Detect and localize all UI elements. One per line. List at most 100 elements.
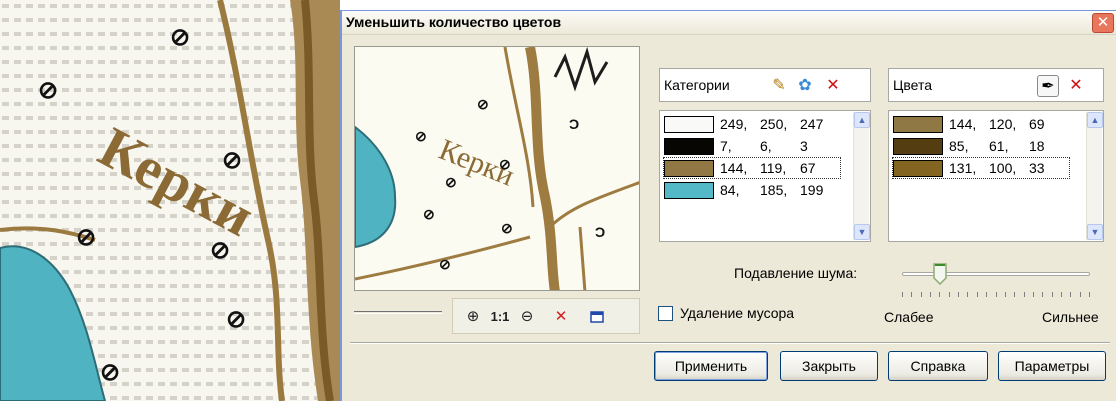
svg-text:Ɔ: Ɔ (595, 224, 605, 240)
svg-text:⊘: ⊘ (210, 237, 230, 264)
close-dialog-button[interactable]: ✕ (1092, 13, 1114, 33)
slider-tick (1079, 292, 1081, 297)
colors-label: Цвета (893, 77, 932, 93)
delete-icon[interactable]: ✕ (1065, 75, 1087, 97)
window-icon-graphic (590, 311, 604, 323)
green-value: 100, (989, 160, 1017, 176)
zoom-in-icon[interactable]: ⊕ (463, 307, 483, 327)
preview-panel[interactable]: Керки ⊘ ⊘ ⊘ ⊘ ⊘ ⊘ ⊘ Ɔ Ɔ (354, 46, 640, 291)
red-value: 7, (720, 138, 732, 154)
list-item[interactable]: 249, 250, 247 (664, 114, 840, 134)
color-swatch (893, 115, 943, 133)
blue-value: 247 (800, 116, 824, 132)
blue-value: 18 (1029, 138, 1045, 154)
colors-list[interactable]: 144, 120, 69 85, 61, 18 131, 100, 33 ▲ ▼ (888, 110, 1104, 242)
svg-text:⊘: ⊘ (445, 174, 457, 190)
list-item[interactable]: 131, 100, 33 (892, 157, 1070, 179)
slider-tick (1032, 292, 1034, 297)
noise-suppression-label: Подавление шума: (734, 265, 858, 281)
svg-text:⊘: ⊘ (499, 156, 511, 172)
slider-tick (995, 292, 997, 297)
palette-icon[interactable]: ✿ (794, 75, 816, 97)
green-value: 250, (760, 116, 788, 132)
scroll-down-icon[interactable]: ▼ (854, 224, 870, 240)
green-value: 61, (989, 138, 1009, 154)
slider-tick (1014, 292, 1016, 297)
slider-tick (1070, 292, 1072, 297)
svg-text:⊘: ⊘ (76, 224, 96, 251)
red-value: 85, (949, 138, 969, 154)
list-item[interactable]: 144, 120, 69 (893, 114, 1069, 134)
svg-text:⊘: ⊘ (38, 77, 58, 104)
svg-text:Ɔ: Ɔ (569, 116, 579, 132)
help-button[interactable]: Справка (888, 351, 988, 381)
colors-scrollbar[interactable]: ▲ ▼ (1086, 112, 1103, 240)
blue-value: 69 (1029, 116, 1045, 132)
edit-pencil-icon[interactable]: ✎ (768, 75, 790, 97)
zoom-slider-line[interactable] (354, 311, 442, 314)
weaker-label: Слабее (884, 309, 934, 325)
categories-header: Категории ✎ ✿ ✕ (659, 68, 871, 102)
slider-tick (1023, 292, 1025, 297)
green-value: 6, (760, 138, 772, 154)
list-item[interactable]: 144, 119, 67 (663, 157, 841, 179)
slider-tick (1042, 292, 1044, 297)
color-swatch (893, 159, 943, 177)
dialog-title-bar[interactable]: Уменьшить количество цветов ✕ (342, 11, 1116, 35)
close-icon[interactable]: ✕ (551, 307, 571, 327)
red-value: 249, (720, 116, 748, 132)
noise-slider-track[interactable] (902, 272, 1090, 276)
slider-tick (920, 292, 922, 297)
close-button[interactable]: Закрыть (780, 351, 878, 381)
svg-text:⊘: ⊘ (415, 128, 427, 144)
svg-text:⊘: ⊘ (170, 24, 190, 51)
svg-text:⊘: ⊘ (439, 256, 451, 272)
scroll-up-icon[interactable]: ▲ (1087, 112, 1103, 128)
color-swatch (664, 181, 714, 199)
scroll-down-icon[interactable]: ▼ (1087, 224, 1103, 240)
svg-text:⊘: ⊘ (100, 359, 120, 386)
list-item[interactable]: 85, 61, 18 (893, 136, 1069, 156)
noise-slider-thumb[interactable] (932, 263, 947, 286)
green-value: 185, (760, 182, 788, 198)
reduce-colors-dialog: Уменьшить количество цветов ✕ Керки ⊘ ⊘ ⊘ … (340, 10, 1116, 401)
red-value: 84, (720, 182, 740, 198)
zoom-toolbar: ⊕ 1:1 ⊖ ✕ (452, 298, 640, 334)
color-swatch (664, 159, 714, 177)
window-icon[interactable] (587, 307, 607, 327)
blue-value: 67 (800, 160, 816, 176)
colors-header: Цвета ✒ ✕ (888, 68, 1104, 102)
apply-button[interactable]: Применить (654, 351, 768, 381)
svg-text:⊘: ⊘ (477, 96, 489, 112)
slider-tick (967, 292, 969, 297)
eyedropper-icon[interactable]: ✒ (1037, 75, 1059, 97)
categories-label: Категории (664, 77, 730, 93)
svg-text:⊘: ⊘ (226, 306, 246, 333)
zoom-out-icon[interactable]: ⊖ (517, 307, 537, 327)
red-value: 144, (720, 160, 748, 176)
list-item[interactable]: 7, 6, 3 (664, 136, 840, 156)
list-item[interactable]: 84, 185, 199 (664, 180, 840, 200)
green-value: 119, (760, 160, 787, 176)
actual-size-button[interactable]: 1:1 (489, 307, 511, 327)
categories-scrollbar[interactable]: ▲ ▼ (853, 112, 870, 240)
scroll-up-icon[interactable]: ▲ (854, 112, 870, 128)
categories-list[interactable]: 249, 250, 247 7, 6, 3 144, 119, 67 84, 185, 199 … (659, 110, 871, 242)
noise-slider-ticks (902, 292, 1090, 298)
red-value: 144, (949, 116, 977, 132)
slider-tick (1004, 292, 1006, 297)
button-divider (350, 342, 1110, 344)
stronger-label: Сильнее (1042, 309, 1099, 325)
delete-icon[interactable]: ✕ (822, 75, 844, 97)
green-value: 120, (989, 116, 1017, 132)
red-value: 131, (949, 160, 977, 176)
blue-value: 33 (1029, 160, 1045, 176)
slider-tick (976, 292, 978, 297)
blue-value: 199 (800, 182, 824, 198)
parameters-button[interactable]: Параметры (998, 351, 1106, 381)
garbage-removal-checkbox[interactable] (658, 306, 673, 321)
garbage-removal-label[interactable]: Удаление мусора (680, 305, 794, 321)
preview-map-image: Керки ⊘⊘⊘ ⊘⊘⊘ ⊘ƆƆ (355, 47, 639, 290)
background-map: Керки ⊘ ⊘ ⊘ ⊘ ⊘ ⊘ ⊘ (0, 0, 340, 401)
color-swatch (893, 137, 943, 155)
